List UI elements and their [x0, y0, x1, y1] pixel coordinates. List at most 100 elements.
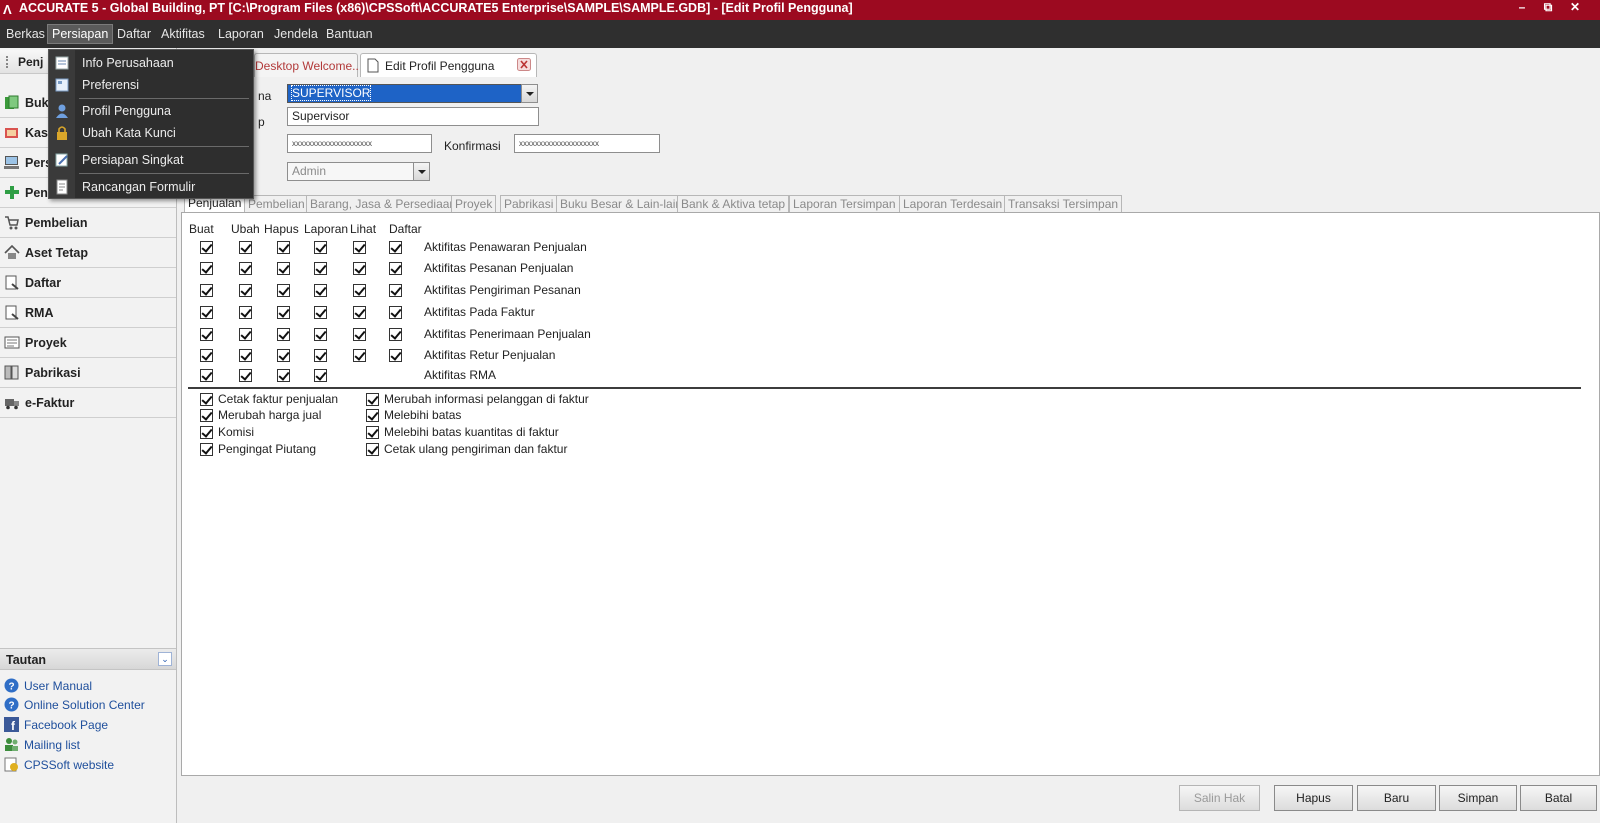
permission-checkbox[interactable]	[389, 241, 402, 254]
permission-checkbox[interactable]	[277, 306, 290, 319]
permission-checkbox[interactable]	[239, 262, 252, 275]
perm-tab-laporan-terdesain[interactable]: Laporan Terdesain	[899, 195, 1007, 212]
permission-checkbox[interactable]	[314, 306, 327, 319]
permission-checkbox[interactable]	[239, 306, 252, 319]
option-checkbox[interactable]	[200, 443, 213, 456]
option-checkbox[interactable]	[366, 393, 379, 406]
nav-item-pembelian[interactable]: Pembelian	[0, 208, 176, 238]
permission-checkbox[interactable]	[239, 328, 252, 341]
nav-item-rma[interactable]: RMA	[0, 298, 176, 328]
permission-checkbox[interactable]	[389, 262, 402, 275]
permission-checkbox[interactable]	[277, 328, 290, 341]
close-tab-icon[interactable]	[517, 58, 531, 71]
permission-checkbox[interactable]	[353, 306, 366, 319]
menu-aktifitas[interactable]: Aktifitas	[157, 25, 209, 43]
permission-checkbox[interactable]	[277, 349, 290, 362]
menu-jendela[interactable]: Jendela	[270, 25, 322, 43]
permission-checkbox[interactable]	[239, 349, 252, 362]
minimize-icon[interactable]: –	[1509, 0, 1535, 17]
option-checkbox[interactable]	[366, 426, 379, 439]
permission-checkbox[interactable]	[239, 284, 252, 297]
group-combo[interactable]: Admin	[287, 162, 415, 181]
perm-tab-transaksi-tersimpan[interactable]: Transaksi Tersimpan	[1004, 195, 1123, 212]
menu-item-preferensi[interactable]: Preferensi	[49, 74, 253, 96]
permission-checkbox[interactable]	[239, 369, 252, 382]
nav-item-daftar[interactable]: Daftar	[0, 268, 176, 298]
option-checkbox[interactable]	[200, 393, 213, 406]
option-checkbox[interactable]	[366, 443, 379, 456]
password-field[interactable]: xxxxxxxxxxxxxxxxxxxx	[287, 134, 432, 153]
perm-tab-pabrikasi[interactable]: Pabrikasi	[500, 195, 558, 212]
link-label[interactable]: CPSSoft website	[24, 758, 114, 772]
permission-checkbox[interactable]	[277, 241, 290, 254]
group-dropdown-button[interactable]	[413, 162, 430, 181]
cancel-button[interactable]: Batal	[1520, 785, 1597, 811]
menu-item-profil-pengguna[interactable]: Profil Pengguna	[49, 100, 253, 122]
new-button[interactable]: Baru	[1357, 785, 1436, 811]
menu-laporan[interactable]: Laporan	[214, 25, 268, 43]
menu-daftar[interactable]: Daftar	[113, 25, 155, 43]
nav-item-e-faktur[interactable]: e-Faktur	[0, 388, 176, 418]
option-checkbox[interactable]	[200, 426, 213, 439]
menu-persiapan[interactable]: Persiapan	[46, 24, 114, 44]
permission-checkbox[interactable]	[389, 306, 402, 319]
tautan-header[interactable]: Tautan ⌄	[0, 648, 176, 670]
full-name-field[interactable]: Supervisor	[287, 107, 539, 126]
permission-checkbox[interactable]	[200, 284, 213, 297]
link-label[interactable]: Facebook Page	[24, 718, 108, 732]
permission-checkbox[interactable]	[353, 349, 366, 362]
menu-berkas[interactable]: Berkas	[2, 25, 49, 43]
menu-item-ubah-kata-kunci[interactable]: Ubah Kata Kunci	[49, 122, 253, 144]
menu-bantuan[interactable]: Bantuan	[322, 25, 377, 43]
permission-checkbox[interactable]	[200, 306, 213, 319]
nav-item-aset-tetap[interactable]: Aset Tetap	[0, 238, 176, 268]
copy-rights-button[interactable]: Salin Hak	[1179, 785, 1260, 811]
permission-checkbox[interactable]	[353, 262, 366, 275]
option-checkbox[interactable]	[200, 409, 213, 422]
tab-edit-profil-pengguna[interactable]: Edit Profil Pengguna	[360, 53, 537, 77]
link-label[interactable]: Online Solution Center	[24, 698, 145, 712]
menu-item-rancangan-formulir[interactable]: Rancangan Formulir	[49, 176, 253, 198]
user-name-combo[interactable]: SUPERVISOR	[287, 84, 523, 103]
permission-checkbox[interactable]	[200, 369, 213, 382]
close-icon[interactable]: ✕	[1562, 0, 1588, 17]
menu-item-info-perusahaan[interactable]: Info Perusahaan	[49, 52, 253, 74]
perm-tab-bank-aktiva[interactable]: Bank & Aktiva tetap	[677, 195, 790, 212]
tab-desktop-welcome[interactable]: Desktop Welcome...	[254, 53, 362, 77]
link-label[interactable]: Mailing list	[24, 738, 80, 752]
grip-handle-icon[interactable]	[6, 56, 8, 68]
permission-checkbox[interactable]	[389, 349, 402, 362]
permission-checkbox[interactable]	[239, 241, 252, 254]
permission-checkbox[interactable]	[314, 284, 327, 297]
permission-checkbox[interactable]	[314, 262, 327, 275]
permission-checkbox[interactable]	[353, 328, 366, 341]
nav-item-proyek[interactable]: Proyek	[0, 328, 176, 358]
save-button[interactable]: Simpan	[1439, 785, 1517, 811]
delete-button[interactable]: Hapus	[1274, 785, 1353, 811]
permission-checkbox[interactable]	[353, 241, 366, 254]
link-label[interactable]: User Manual	[24, 679, 92, 693]
permission-checkbox[interactable]	[389, 328, 402, 341]
permission-checkbox[interactable]	[200, 241, 213, 254]
permission-checkbox[interactable]	[277, 262, 290, 275]
permission-checkbox[interactable]	[314, 241, 327, 254]
permission-checkbox[interactable]	[200, 328, 213, 341]
permission-checkbox[interactable]	[200, 349, 213, 362]
permission-checkbox[interactable]	[314, 328, 327, 341]
nav-item-pabrikasi[interactable]: Pabrikasi	[0, 358, 176, 388]
menu-item-persiapan-singkat[interactable]: Persiapan Singkat	[49, 149, 253, 171]
permission-checkbox[interactable]	[389, 284, 402, 297]
permission-checkbox[interactable]	[277, 369, 290, 382]
permission-checkbox[interactable]	[200, 262, 213, 275]
option-checkbox[interactable]	[366, 409, 379, 422]
chevron-down-icon[interactable]: ⌄	[158, 652, 172, 666]
confirm-password-field[interactable]: xxxxxxxxxxxxxxxxxxxx	[514, 134, 660, 153]
perm-tab-laporan-tersimpan[interactable]: Laporan Tersimpan	[789, 195, 900, 212]
user-name-dropdown-button[interactable]	[521, 84, 538, 103]
permission-checkbox[interactable]	[353, 284, 366, 297]
permission-checkbox[interactable]	[314, 349, 327, 362]
restore-icon[interactable]: ⧉	[1535, 0, 1561, 17]
perm-tab-buku-besar[interactable]: Buku Besar & Lain-lain	[556, 195, 687, 212]
perm-tab-proyek[interactable]: Proyek	[451, 195, 497, 212]
permission-checkbox[interactable]	[314, 369, 327, 382]
